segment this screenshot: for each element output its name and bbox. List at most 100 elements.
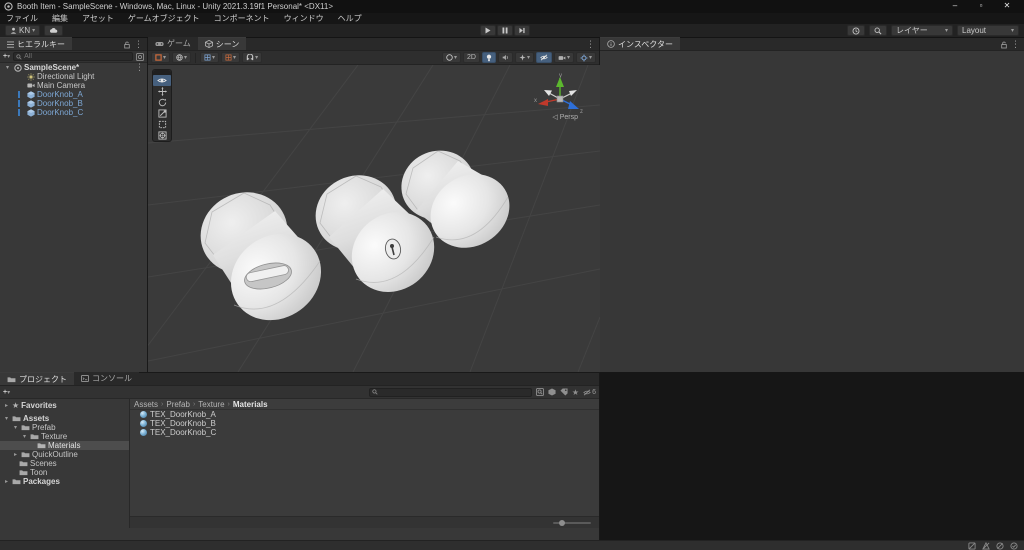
close-button[interactable]: ✕: [994, 0, 1020, 13]
tab-game[interactable]: ゲーム: [148, 37, 198, 50]
asset-row-tex-doorknob-a[interactable]: TEX_DoorKnob_A: [130, 410, 599, 419]
gizmo-center-cube[interactable]: [556, 95, 564, 103]
asset-row-tex-doorknob-b[interactable]: TEX_DoorKnob_B: [130, 419, 599, 428]
2d-toggle-button[interactable]: 2D: [463, 52, 480, 63]
tab-inspector[interactable]: インスペクター: [600, 37, 680, 50]
breadcrumb-materials[interactable]: Materials: [233, 400, 268, 409]
grid-snapping-dropdown[interactable]: ▾: [221, 52, 241, 63]
search-by-label-icon[interactable]: [560, 388, 568, 396]
menu-assets[interactable]: アセット: [82, 13, 114, 24]
axis-x-cone[interactable]: [538, 99, 548, 106]
save-search-star-icon[interactable]: ★: [572, 388, 579, 397]
search-in-folder-icon[interactable]: [535, 388, 544, 396]
project-search-field[interactable]: [369, 387, 532, 397]
snap-increment-dropdown[interactable]: ▾: [242, 52, 263, 63]
move-tool-button[interactable]: [153, 86, 171, 97]
gizmos-dropdown[interactable]: ▾: [575, 52, 596, 63]
layout-dropdown[interactable]: Layout ▾: [957, 25, 1019, 36]
grid-visibility-dropdown[interactable]: ▾: [200, 52, 220, 63]
cloud-services-button[interactable]: [44, 25, 64, 36]
tree-item-scenes[interactable]: Scenes: [0, 459, 129, 468]
account-button[interactable]: KN ▾: [5, 25, 41, 36]
rotate-tool-button[interactable]: [153, 97, 171, 108]
hierarchy-row-directional-light[interactable]: Directional Light: [0, 72, 147, 81]
axis-neg-cone[interactable]: [544, 90, 552, 96]
play-button[interactable]: [480, 25, 496, 36]
foldout-arrow-icon[interactable]: ▸: [3, 478, 10, 485]
inspector-menu-icon[interactable]: ⋮: [1011, 39, 1020, 50]
menu-file[interactable]: ファイル: [6, 13, 38, 24]
breadcrumb-assets[interactable]: Assets: [134, 400, 158, 409]
scene-visibility-toggle[interactable]: [535, 52, 552, 63]
hierarchy-menu-icon[interactable]: ⋮: [134, 39, 143, 50]
pause-button[interactable]: [497, 25, 513, 36]
breadcrumb-texture[interactable]: Texture: [198, 400, 224, 409]
tool-settings-pivot-dropdown[interactable]: ▾: [151, 52, 171, 63]
undo-history-button[interactable]: [847, 25, 865, 36]
menu-window[interactable]: ウィンドウ: [284, 13, 324, 24]
minimize-button[interactable]: –: [942, 0, 968, 13]
foldout-arrow-icon[interactable]: ▾: [4, 64, 11, 71]
tool-settings-global-dropdown[interactable]: ▾: [172, 52, 192, 63]
asset-row-tex-doorknob-c[interactable]: TEX_DoorKnob_C: [130, 428, 599, 437]
foldout-arrow-icon[interactable]: ▾: [3, 415, 10, 422]
thumbnail-zoom-slider[interactable]: [553, 519, 591, 526]
scene-audio-toggle[interactable]: [497, 52, 513, 63]
hierarchy-row-doorknob-c[interactable]: DoorKnob_C: [0, 108, 147, 117]
tab-scene[interactable]: シーン: [197, 37, 247, 50]
lock-icon[interactable]: [124, 41, 130, 49]
hierarchy-row-doorknob-b[interactable]: DoorKnob_B: [0, 99, 147, 108]
console-warnings-muted-icon[interactable]: [982, 541, 990, 550]
tree-item-quickoutline[interactable]: ▸ QuickOutline: [0, 450, 129, 459]
tree-item-prefab[interactable]: ▾ Prefab: [0, 423, 129, 432]
foldout-arrow-icon[interactable]: ▾: [12, 424, 19, 431]
foldout-arrow-icon[interactable]: ▾: [21, 433, 28, 440]
tree-item-favorites[interactable]: ▸ ★ Favorites: [0, 401, 129, 410]
hierarchy-search-input[interactable]: [24, 52, 130, 61]
lock-icon[interactable]: [1001, 41, 1007, 49]
foldout-arrow-icon[interactable]: ▸: [3, 402, 10, 409]
hidden-packages-toggle[interactable]: 6: [583, 389, 596, 396]
rect-tool-button[interactable]: [153, 119, 171, 130]
menu-component[interactable]: コンポーネント: [214, 13, 270, 24]
scene-menu-icon[interactable]: ⋮: [586, 39, 595, 50]
scene-viewport[interactable]: y x z ◁ Persp: [148, 65, 600, 372]
create-add-button[interactable]: +▾: [3, 53, 10, 60]
hierarchy-search-field[interactable]: [13, 52, 133, 61]
layers-dropdown[interactable]: レイヤー ▾: [891, 25, 953, 36]
perspective-toggle[interactable]: ◁ Persp: [552, 113, 578, 121]
create-asset-button[interactable]: +▾: [3, 389, 10, 396]
tab-project[interactable]: プロジェクト: [0, 372, 74, 385]
tree-item-texture[interactable]: ▾ Texture: [0, 432, 129, 441]
hierarchy-row-main-camera[interactable]: Main Camera: [0, 81, 147, 90]
pick-object-icon[interactable]: [136, 52, 144, 61]
menu-edit[interactable]: 編集: [52, 13, 68, 24]
slider-thumb[interactable]: [559, 519, 565, 526]
console-errors-muted-icon[interactable]: [968, 541, 976, 550]
project-search-input[interactable]: [380, 388, 529, 396]
menu-help[interactable]: ヘルプ: [338, 13, 362, 24]
view-tool-button[interactable]: [153, 75, 171, 86]
hierarchy-row-doorknob-a[interactable]: DoorKnob_A: [0, 90, 147, 99]
breadcrumb-prefab[interactable]: Prefab: [166, 400, 190, 409]
tree-item-materials[interactable]: Materials: [0, 441, 129, 450]
axis-z-cone[interactable]: [568, 101, 579, 109]
step-button[interactable]: [514, 25, 530, 36]
tab-hierarchy[interactable]: ヒエラルキー: [0, 37, 72, 50]
search-everything-button[interactable]: [869, 25, 887, 36]
progress-check-icon[interactable]: [1010, 541, 1018, 550]
tree-item-toon[interactable]: Toon: [0, 468, 129, 477]
scene-lighting-toggle[interactable]: [481, 52, 496, 63]
effects-dropdown[interactable]: ▾: [514, 52, 534, 63]
scene-camera-dropdown[interactable]: ▾: [553, 52, 574, 63]
axis-y-cone[interactable]: [556, 77, 564, 87]
tab-console[interactable]: コンソール: [74, 372, 139, 385]
hierarchy-row-scene[interactable]: ▾ SampleScene* ⋮: [0, 62, 147, 72]
console-messages-muted-icon[interactable]: [996, 541, 1004, 550]
scale-tool-button[interactable]: [153, 108, 171, 119]
transform-tool-button[interactable]: [153, 130, 171, 141]
axis-neg-cone[interactable]: [569, 90, 577, 96]
search-by-type-icon[interactable]: [548, 388, 556, 396]
menu-gameobject[interactable]: ゲームオブジェクト: [128, 13, 200, 24]
maximize-button[interactable]: ▫: [968, 0, 994, 13]
